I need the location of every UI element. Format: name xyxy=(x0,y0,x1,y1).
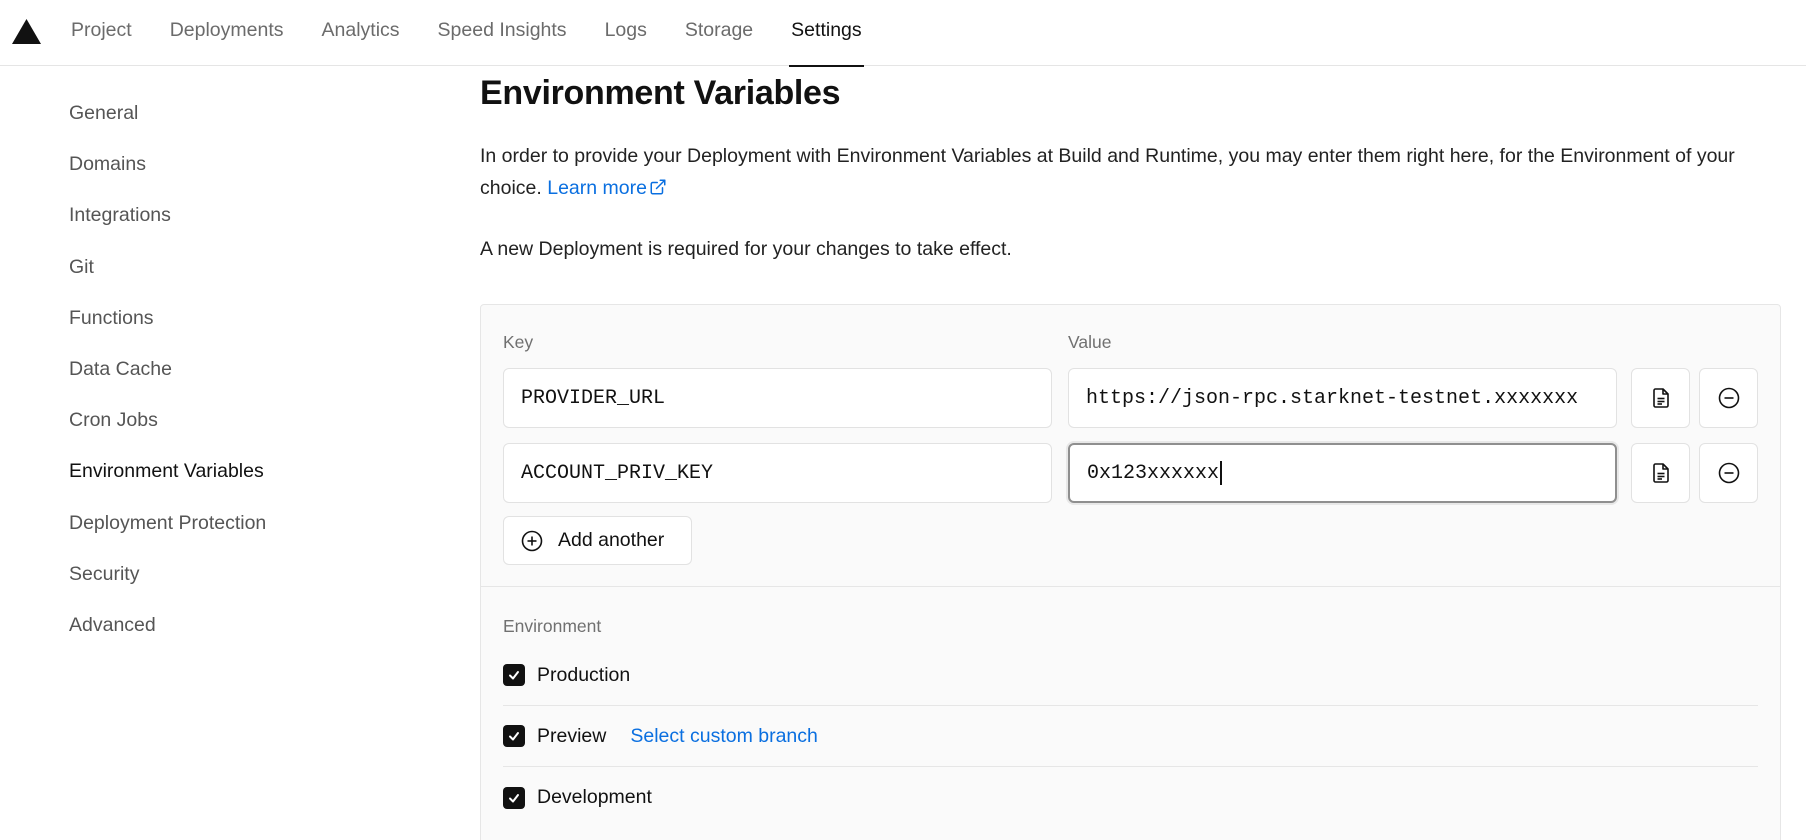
page-description: In order to provide your Deployment with… xyxy=(480,140,1780,204)
key-input[interactable]: PROVIDER_URL xyxy=(503,368,1052,428)
key-input-value: PROVIDER_URL xyxy=(521,386,666,410)
value-input[interactable]: https://json-rpc.starknet-testnet.xxxxxx… xyxy=(1068,368,1617,428)
development-label: Development xyxy=(537,786,652,808)
learn-more-label: Learn more xyxy=(547,177,647,199)
value-column-label: Value xyxy=(1068,332,1112,352)
description-text: In order to provide your Deployment with… xyxy=(480,145,1735,199)
tab-deployments[interactable]: Deployments xyxy=(151,0,303,66)
value-input[interactable]: 0x123xxxxxx xyxy=(1068,443,1617,503)
document-icon xyxy=(1652,388,1669,408)
tab-speed-insights[interactable]: Speed Insights xyxy=(419,0,586,66)
tab-logs[interactable]: Logs xyxy=(586,0,666,66)
production-label: Production xyxy=(537,663,631,686)
key-column-label: Key xyxy=(503,332,534,352)
preview-checkbox[interactable] xyxy=(503,725,525,747)
sidebar-item-domains[interactable]: Domains xyxy=(69,139,399,190)
preview-label: Preview xyxy=(537,724,607,747)
check-icon xyxy=(509,793,519,802)
text-caret xyxy=(1220,461,1222,485)
environment-option-preview: Preview Select custom branch xyxy=(503,706,1758,767)
paste-file-button[interactable] xyxy=(1631,368,1690,428)
development-checkbox[interactable] xyxy=(503,786,525,809)
add-another-label: Add another xyxy=(558,529,665,551)
env-var-editor: Key Value PROVIDER_URL https://json-rpc.… xyxy=(480,304,1781,840)
redeploy-note: A new Deployment is required for your ch… xyxy=(480,238,1012,260)
plus-circle-icon xyxy=(521,530,543,551)
sidebar-item-advanced[interactable]: Advanced xyxy=(69,600,399,651)
environment-label: Environment xyxy=(503,616,602,636)
sidebar-item-git[interactable]: Git xyxy=(69,242,399,293)
tab-storage[interactable]: Storage xyxy=(666,0,772,66)
remove-row-button[interactable] xyxy=(1699,368,1758,428)
sidebar-item-cron-jobs[interactable]: Cron Jobs xyxy=(69,395,399,446)
check-icon xyxy=(509,671,519,680)
sidebar-item-data-cache[interactable]: Data Cache xyxy=(69,344,399,395)
top-navigation: Project Deployments Analytics Speed Insi… xyxy=(0,0,1806,67)
document-icon xyxy=(1652,463,1669,483)
add-another-button[interactable]: Add another xyxy=(503,516,692,565)
sidebar-item-environment-variables[interactable]: Environment Variables xyxy=(69,446,399,497)
production-checkbox[interactable] xyxy=(503,664,525,686)
sidebar-item-security[interactable]: Security xyxy=(69,549,399,600)
check-icon xyxy=(509,732,519,741)
value-input-value: https://json-rpc.starknet-testnet.xxxxxx… xyxy=(1086,386,1579,410)
nav-tabs: Project Deployments Analytics Speed Insi… xyxy=(52,0,881,67)
sidebar-item-integrations[interactable]: Integrations xyxy=(69,190,399,241)
paste-file-button[interactable] xyxy=(1631,443,1690,503)
tab-settings[interactable]: Settings xyxy=(772,0,880,67)
external-link-icon xyxy=(650,179,666,195)
environment-option-development: Development xyxy=(503,767,1758,828)
tab-analytics[interactable]: Analytics xyxy=(303,0,419,66)
minus-circle-icon xyxy=(1718,387,1739,409)
triangle-logo-icon[interactable] xyxy=(12,19,41,44)
minus-circle-icon xyxy=(1718,462,1739,484)
sidebar-item-functions[interactable]: Functions xyxy=(69,293,399,344)
remove-row-button[interactable] xyxy=(1699,443,1758,503)
section-divider xyxy=(481,586,1780,587)
select-custom-branch-link[interactable]: Select custom branch xyxy=(630,725,818,748)
key-input-value: ACCOUNT_PRIV_KEY xyxy=(521,461,714,485)
value-input-value: 0x123xxxxxx xyxy=(1087,461,1220,485)
tab-project[interactable]: Project xyxy=(52,0,151,66)
sidebar-item-general[interactable]: General xyxy=(69,88,399,139)
settings-sidebar: General Domains Integrations Git Functio… xyxy=(69,88,399,651)
sidebar-item-deployment-protection[interactable]: Deployment Protection xyxy=(69,498,399,549)
environment-option-production: Production xyxy=(503,645,1758,706)
key-input[interactable]: ACCOUNT_PRIV_KEY xyxy=(503,443,1052,503)
learn-more-link[interactable]: Learn more xyxy=(547,177,667,199)
page-title: Environment Variables xyxy=(480,74,841,112)
